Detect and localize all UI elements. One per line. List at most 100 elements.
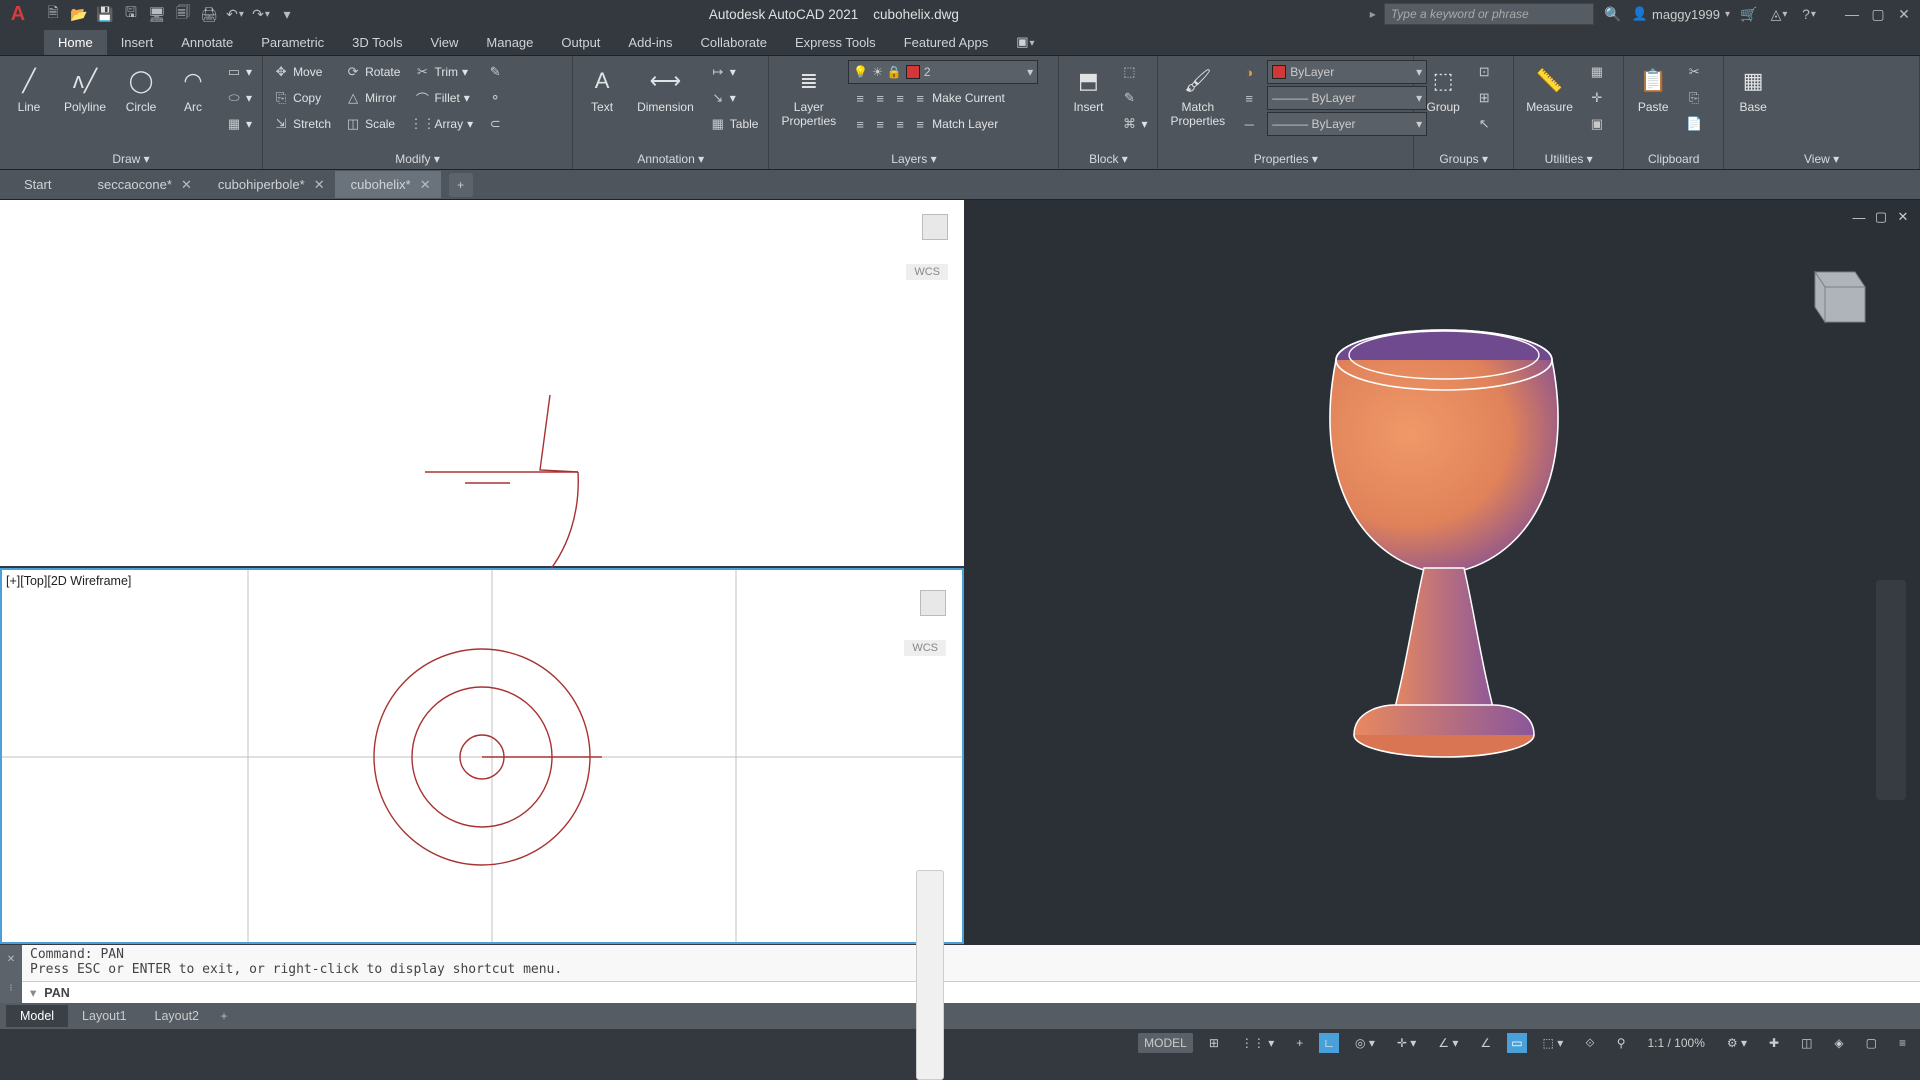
panel-modify-title[interactable]: Modify ▾ [269, 149, 566, 169]
navigation-bar-2d[interactable] [916, 870, 944, 1080]
tab-3dtools[interactable]: 3D Tools [338, 30, 416, 55]
viewport-top-view[interactable]: [+][Top][2D Wireframe] WCS [0, 568, 964, 944]
scale-display[interactable]: 1:1 / 100% [1642, 1033, 1711, 1053]
search-icon[interactable]: 🔍 [1602, 3, 1624, 25]
tab-home[interactable]: Home [44, 30, 107, 55]
transparency-toggle[interactable]: ⬚ ▾ [1537, 1033, 1570, 1053]
tab-expresstools[interactable]: Express Tools [781, 30, 890, 55]
lineweight-dropdown[interactable]: ——— ByLayer▾ [1267, 86, 1427, 110]
scale-button[interactable]: ◫Scale [341, 112, 404, 136]
copyclip-button[interactable]: ⎘ [1682, 86, 1706, 110]
close-button[interactable]: ✕ [1892, 4, 1916, 24]
close-icon[interactable]: ✕ [314, 177, 325, 193]
create-block-button[interactable]: ⬚ [1117, 60, 1151, 84]
panel-draw-title[interactable]: Draw ▾ [6, 149, 256, 169]
saveas-icon[interactable]: 🖫 [120, 3, 142, 25]
maximize-button[interactable]: ▢ [1866, 4, 1890, 24]
panel-clipboard-title[interactable]: Clipboard [1630, 149, 1717, 169]
file-tab-seccaocone[interactable]: seccaocone*✕ [81, 171, 201, 198]
file-tab-start[interactable]: Start [8, 171, 81, 198]
layout-tab-layout1[interactable]: Layout1 [68, 1005, 140, 1027]
group-button[interactable]: ⬚Group [1420, 60, 1466, 118]
add-tab-button[interactable]: + [449, 173, 473, 197]
tab-insert[interactable]: Insert [107, 30, 168, 55]
layer-dropdown[interactable]: 💡 ☀ 🔒 2 ▾ [848, 60, 1038, 84]
match-properties-button[interactable]: 🖌Match Properties [1164, 60, 1231, 132]
wcs-label-top[interactable]: WCS [906, 264, 948, 280]
polar-toggle[interactable]: ∟ [1319, 1033, 1339, 1053]
rectangle-button[interactable]: ▭▾ [222, 60, 256, 84]
lineweight-button[interactable]: ≡ [1237, 86, 1261, 110]
panel-groups-title[interactable]: Groups ▾ [1420, 149, 1507, 169]
trim-button[interactable]: ✂Trim ▾ [410, 60, 477, 84]
explode-button[interactable]: ⚬ [483, 86, 507, 110]
mirror-button[interactable]: △Mirror [341, 86, 404, 110]
linetype-dropdown[interactable]: ——— ByLayer▾ [1267, 112, 1427, 136]
util1-button[interactable]: ▦ [1585, 60, 1609, 84]
erase-button[interactable]: ✎ [483, 60, 507, 84]
maximize-viewport-button[interactable]: ▢ [1872, 208, 1890, 226]
tab-output[interactable]: Output [547, 30, 614, 55]
group-edit-button[interactable]: ⊞ [1472, 86, 1496, 110]
tab-addins[interactable]: Add-ins [614, 30, 686, 55]
clean-screen-toggle[interactable]: ▢ [1860, 1033, 1883, 1053]
cut-button[interactable]: ✂ [1682, 60, 1706, 84]
circle-button[interactable]: ◯Circle [118, 60, 164, 118]
array-button[interactable]: ⋮⋮Array ▾ [410, 112, 477, 136]
autodesk-app-icon[interactable]: ◬▾ [1768, 3, 1790, 25]
new-icon[interactable]: 🗎 [42, 3, 64, 25]
app-logo[interactable]: A [4, 0, 32, 28]
minimize-viewport-button[interactable]: — [1850, 208, 1868, 226]
offset-button[interactable]: ⊂ [483, 112, 507, 136]
customize-status-button[interactable]: ≡ [1893, 1033, 1912, 1053]
viewcube-bottom[interactable] [920, 590, 946, 616]
edit-block-button[interactable]: ✎ [1117, 86, 1151, 110]
match-layer-button[interactable]: ≡≡≡≡Match Layer [848, 112, 1038, 136]
line-button[interactable]: ╱Line [6, 60, 52, 118]
tab-annotate[interactable]: Annotate [167, 30, 247, 55]
gear-toggle[interactable]: ⚙ ▾ [1721, 1033, 1753, 1053]
osnap-toggle[interactable]: ✛ ▾ [1391, 1033, 1422, 1053]
close-icon[interactable]: ✕ [181, 177, 192, 193]
fillet-button[interactable]: ⌒Fillet ▾ [410, 86, 477, 110]
arc-button[interactable]: ◠Arc [170, 60, 216, 118]
file-tab-cubohiperbole[interactable]: cubohiperbole*✕ [202, 171, 335, 198]
help-icon[interactable]: ?▾ [1798, 3, 1820, 25]
workspace-plus[interactable]: ✚ [1763, 1033, 1785, 1053]
ortho-toggle[interactable]: + [1290, 1033, 1309, 1053]
tab-manage[interactable]: Manage [472, 30, 547, 55]
hardware-toggle[interactable]: ◈ [1828, 1033, 1849, 1053]
redo-icon[interactable]: ↷▾ [250, 3, 272, 25]
hatch2-button[interactable]: ▦▾ [222, 112, 256, 136]
search-input[interactable]: Type a keyword or phrase [1384, 3, 1594, 25]
cart-icon[interactable]: 🛒 [1738, 3, 1760, 25]
annotation-scale-toggle[interactable]: ⚲ [1611, 1033, 1632, 1053]
base-view-button[interactable]: ▦Base [1730, 60, 1776, 118]
tab-collaborate[interactable]: Collaborate [687, 30, 782, 55]
attr-button[interactable]: ⌘▾ [1117, 112, 1151, 136]
color-dropdown[interactable]: ByLayer▾ [1267, 60, 1427, 84]
add-layout-button[interactable]: + [213, 1009, 235, 1023]
layout-tab-model[interactable]: Model [6, 1005, 68, 1027]
close-icon[interactable]: ✕ [420, 177, 431, 193]
tab-view[interactable]: View [416, 30, 472, 55]
otrack-toggle[interactable]: ∠ [1474, 1033, 1497, 1053]
search-arrow-icon[interactable]: ▸ [1370, 7, 1376, 21]
make-current-button[interactable]: ≡≡≡≡Make Current [848, 86, 1038, 110]
pastespec-button[interactable]: 📄 [1682, 112, 1706, 136]
panel-view-title[interactable]: View ▾ [1730, 149, 1913, 169]
panel-utilities-title[interactable]: Utilities ▾ [1520, 149, 1617, 169]
viewcube-3d[interactable] [1790, 252, 1880, 342]
tab-parametric[interactable]: Parametric [247, 30, 338, 55]
minimize-button[interactable]: — [1840, 4, 1864, 24]
lweight-toggle[interactable]: ▭ [1507, 1033, 1526, 1053]
panel-properties-title[interactable]: Properties ▾ [1164, 149, 1407, 169]
polyline-button[interactable]: ʌ╱Polyline [58, 60, 112, 118]
cmd-handle-icon[interactable]: ⁝ [0, 974, 22, 1003]
tab-extra-icon[interactable]: ▣▾ [1002, 29, 1048, 55]
tab-featuredapps[interactable]: Featured Apps [890, 30, 1003, 55]
close-viewport-button[interactable]: ✕ [1894, 208, 1912, 226]
viewport-3d[interactable]: — ▢ ✕ [964, 200, 1920, 945]
text-button[interactable]: AText [579, 60, 625, 118]
layout-tab-layout2[interactable]: Layout2 [141, 1005, 213, 1027]
